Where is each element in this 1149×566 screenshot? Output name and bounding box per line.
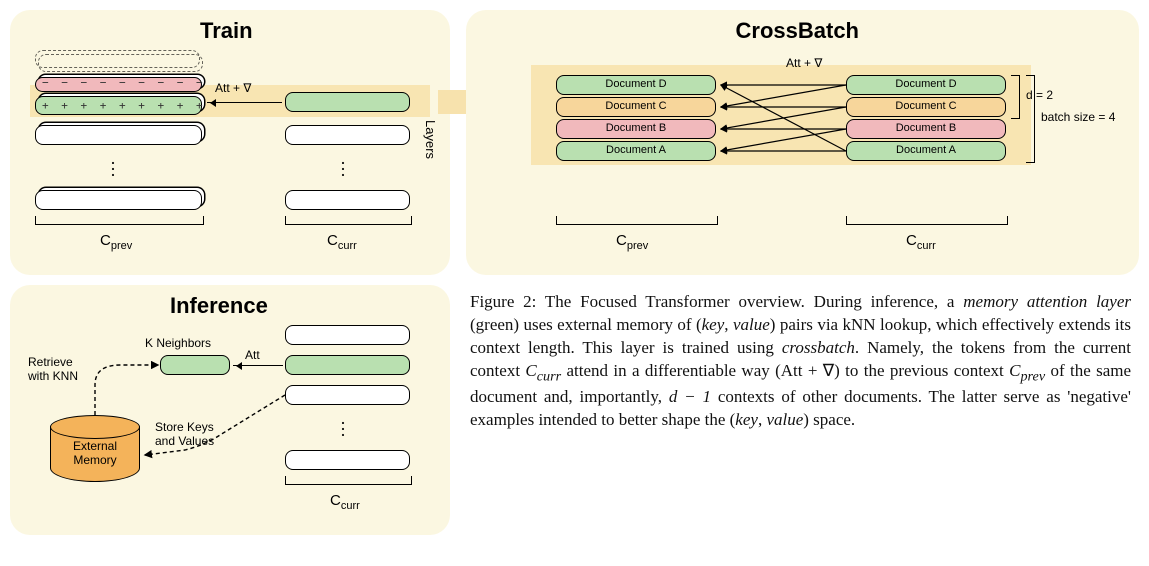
att-gradient-label: Att + ∇ <box>215 81 251 95</box>
d-brace <box>1011 75 1020 119</box>
context-bar <box>35 190 202 210</box>
ccurr-label: Ccurr <box>327 232 357 252</box>
ccurr-bracket <box>285 216 412 225</box>
cprev-bracket <box>35 216 204 225</box>
curr-bar <box>285 125 410 145</box>
batch-size-label: batch size = 4 <box>1041 110 1115 124</box>
context-bar <box>35 125 202 145</box>
inference-panel: Inference ··· Ccurr K Neighbors Att Exte… <box>10 285 450 535</box>
doc-bar: Document B <box>556 119 716 139</box>
figure-label: Figure 2: <box>470 292 536 311</box>
crossbatch-panel: CrossBatch Document D Document C Documen… <box>466 10 1139 275</box>
train-panel: Train − − − − − − − − − + + + + + + + + … <box>10 10 450 275</box>
doc-bar: Document C <box>846 97 1006 117</box>
ccurr-label: Ccurr <box>906 232 936 252</box>
doc-bar: Document C <box>556 97 716 117</box>
batch-brace <box>1026 75 1035 163</box>
doc-bar: Document B <box>846 119 1006 139</box>
doc-bar: Document A <box>556 141 716 161</box>
pos-symbols: + + + + + + + + + <box>42 99 206 112</box>
vdots-icon: ··· <box>340 160 346 178</box>
figure-caption: Figure 2: The Focused Transformer overvi… <box>470 285 1139 432</box>
dashed-paths <box>10 285 450 535</box>
att-arrow <box>207 102 282 103</box>
ccurr-bracket <box>846 216 1008 225</box>
curr-bar <box>285 190 410 210</box>
crossbatch-title: CrossBatch <box>736 18 859 44</box>
train-title: Train <box>200 18 253 44</box>
panel-arrow-stem <box>438 90 468 114</box>
cross-attention-arrows <box>716 75 846 165</box>
doc-bar: Document A <box>846 141 1006 161</box>
cprev-label: Cprev <box>100 232 132 252</box>
layers-label: Layers <box>423 120 438 159</box>
cprev-bracket <box>556 216 718 225</box>
curr-bar-green <box>285 92 410 112</box>
doc-bar: Document D <box>846 75 1006 95</box>
doc-bar: Document D <box>556 75 716 95</box>
att-gradient-label: Att + ∇ <box>786 56 822 70</box>
placeholder-bar <box>38 54 203 72</box>
vdots-icon: ··· <box>110 160 116 178</box>
cprev-label: Cprev <box>616 232 648 252</box>
neg-symbols: − − − − − − − − − <box>42 76 206 89</box>
